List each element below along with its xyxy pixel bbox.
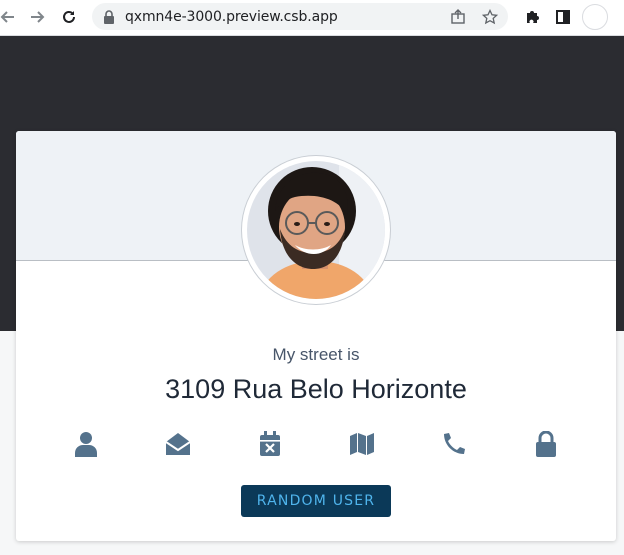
map-icon[interactable]	[337, 429, 387, 459]
lock-icon[interactable]	[521, 429, 571, 459]
envelope-open-icon[interactable]	[153, 429, 203, 459]
calendar-x-icon[interactable]	[245, 429, 295, 459]
url-text: qxmn4e-3000.preview.csb.app	[125, 9, 338, 25]
user-icon[interactable]	[61, 429, 111, 459]
bookmark-star-icon[interactable]	[481, 8, 499, 26]
extensions-puzzle-icon[interactable]	[522, 7, 542, 27]
info-label: My street is	[272, 345, 360, 364]
profile-icon[interactable]	[582, 4, 608, 30]
info-value: 3109 Rua Belo Horizonte	[165, 374, 467, 404]
forward-arrow-icon[interactable]	[27, 7, 47, 27]
browser-toolbar: qxmn4e-3000.preview.csb.app	[0, 0, 624, 36]
side-panel-icon[interactable]	[553, 7, 573, 27]
share-icon[interactable]	[449, 8, 467, 26]
reload-icon[interactable]	[59, 7, 79, 27]
back-arrow-icon[interactable]	[0, 7, 18, 27]
user-card: My street is 3109 Rua Belo Horizonte RAN…	[16, 131, 616, 541]
info-icons-row	[61, 429, 571, 459]
avatar	[242, 156, 390, 304]
address-bar[interactable]: qxmn4e-3000.preview.csb.app	[92, 3, 508, 30]
lock-icon[interactable]	[100, 8, 118, 26]
random-user-button[interactable]: RANDOM USER	[241, 485, 391, 517]
phone-icon[interactable]	[429, 429, 479, 459]
